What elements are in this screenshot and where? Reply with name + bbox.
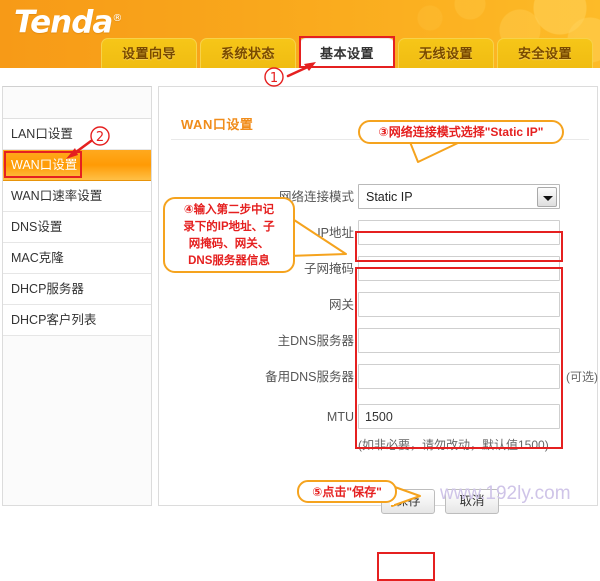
sidebar-item-label: DNS设置 — [11, 220, 63, 234]
sidebar-item-label: LAN口设置 — [11, 127, 73, 141]
tab-system-status[interactable]: 系统状态 — [200, 38, 296, 68]
registered-mark: ® — [112, 13, 122, 24]
sidebar-item-dns-settings[interactable]: DNS设置 — [3, 212, 151, 243]
sidebar-item-wan-speed-settings[interactable]: WAN口速率设置 — [3, 181, 151, 212]
sidebar-item-wan-settings[interactable]: WAN口设置 — [3, 150, 151, 181]
sidebar-item-label: WAN口速率设置 — [11, 189, 103, 203]
sidebar-item-label: DHCP客户列表 — [11, 313, 97, 327]
mtu-hint: (如非必要，请勿改动，默认值1500) — [358, 438, 549, 452]
gateway-label: 网关 — [328, 298, 354, 312]
callout-3: ③网络连接模式选择"Static IP" — [358, 120, 564, 144]
callout-5: ⑤点击"保存" — [297, 480, 397, 503]
tab-basic-settings[interactable]: 基本设置 — [299, 38, 395, 68]
secondary-dns-optional-note: (可选) — [566, 370, 598, 384]
sidebar-item-label: DHCP服务器 — [11, 282, 84, 296]
sidebar-spacer — [3, 87, 151, 119]
left-sidebar: LAN口设置 WAN口设置 WAN口速率设置 DNS设置 MAC克隆 DHCP服… — [2, 86, 152, 506]
sidebar-item-dhcp-server[interactable]: DHCP服务器 — [3, 274, 151, 305]
callout-4-line-3: 网掩码、网关、 — [188, 238, 270, 250]
gateway-input[interactable] — [358, 292, 560, 317]
callout-4-line-1: ④输入第二步中记 — [183, 204, 275, 216]
tab-security-settings[interactable]: 安全设置 — [497, 38, 593, 68]
row-gateway: 网关 — [159, 292, 599, 318]
tenda-logo: Tenda® — [14, 2, 122, 41]
sidebar-item-mac-clone[interactable]: MAC克隆 — [3, 243, 151, 274]
callout-4-tail — [286, 215, 347, 257]
sidebar-item-dhcp-client-list[interactable]: DHCP客户列表 — [3, 305, 151, 336]
row-primary-dns: 主DNS服务器 — [159, 328, 599, 354]
wan-settings-panel: WAN口设置 网络连接模式 Static IP IP地址 子网掩码 网关 主DN… — [158, 86, 599, 514]
subnet-mask-input[interactable] — [358, 256, 560, 281]
callout-4-line-2: 录下的IP地址、子 — [183, 221, 275, 233]
sidebar-item-wan-highlight — [4, 151, 82, 178]
main-tabbar: 设置向导 系统状态 基本设置 无线设置 安全设置 — [0, 38, 600, 68]
save-button-highlight — [377, 552, 435, 581]
ip-address-input[interactable] — [358, 220, 560, 245]
secondary-dns-label: 备用DNS服务器 — [265, 370, 354, 384]
primary-dns-label: 主DNS服务器 — [277, 334, 354, 348]
sidebar-item-lan-settings[interactable]: LAN口设置 — [3, 119, 151, 150]
tab-setup-wizard[interactable]: 设置向导 — [101, 38, 197, 68]
mtu-input[interactable] — [358, 404, 560, 429]
connection-mode-select[interactable]: Static IP — [358, 184, 560, 209]
primary-dns-input[interactable] — [358, 328, 560, 353]
panel-title: WAN口设置 — [181, 117, 254, 132]
logo-text: Tenda — [14, 4, 113, 41]
site-watermark: www.192ly.com — [440, 483, 571, 504]
sidebar-item-label: MAC克隆 — [11, 251, 64, 265]
row-secondary-dns: 备用DNS服务器 (可选) — [159, 364, 599, 390]
callout-4-line-4: DNS服务器信息 — [188, 255, 270, 267]
callout-4: ④输入第二步中记 录下的IP地址、子 网掩码、网关、 DNS服务器信息 — [163, 197, 295, 273]
tab-wireless-settings[interactable]: 无线设置 — [398, 38, 494, 68]
secondary-dns-input[interactable] — [358, 364, 560, 389]
chevron-down-icon[interactable] — [537, 187, 557, 207]
mtu-label: MTU — [326, 410, 354, 424]
row-mtu: MTU — [159, 404, 599, 430]
connection-mode-value: Static IP — [366, 190, 413, 204]
